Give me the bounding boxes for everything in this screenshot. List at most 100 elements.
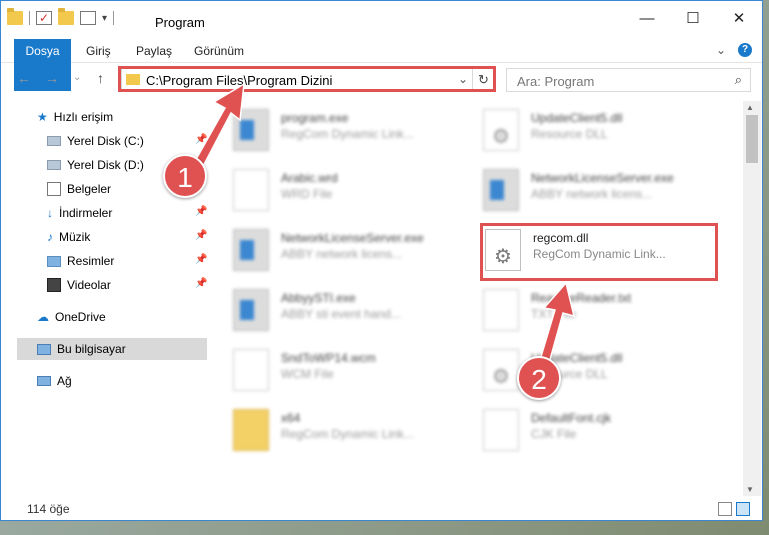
document-file-icon <box>233 169 269 211</box>
help-icon[interactable]: ? <box>738 43 752 57</box>
file-item[interactable]: NetworkLicenseServer.exe ABBY network li… <box>223 223 463 275</box>
document-file-icon <box>483 289 519 331</box>
file-description: Resource DLL <box>531 127 608 141</box>
sidebar-item-label: Müzik <box>59 230 91 244</box>
expand-ribbon-icon[interactable]: ⌄ <box>716 43 726 57</box>
window-controls: — ☐ ✕ <box>624 1 762 37</box>
file-item[interactable]: NetworkLicenseServer.exe ABBY network li… <box>473 163 713 215</box>
file-name: NetworkLicenseServer.exe <box>531 171 674 185</box>
title-bar: ✓ ▾ Program — ☐ ✕ <box>1 1 762 37</box>
file-name: SndToWP14.wcm <box>281 351 376 365</box>
sidebar-item-onedrive[interactable]: ☁ OneDrive <box>37 306 106 328</box>
file-name: x64 <box>281 411 301 425</box>
ribbon-right-controls: ⌄ ? <box>716 43 752 57</box>
document-file-icon <box>233 349 269 391</box>
window-title: Program <box>155 15 205 30</box>
toolbar-separator <box>113 11 115 25</box>
file-item[interactable]: UpdateClient5.dll Resource DLL <box>473 103 713 155</box>
exe-file-icon <box>233 229 269 271</box>
music-icon: ♪ <box>47 230 53 244</box>
file-item[interactable]: program.exe RegCom Dynamic Link... <box>223 103 463 155</box>
file-name: ReadmeReader.txt <box>531 291 632 305</box>
sidebar-item-label: Yerel Disk (C:) <box>67 134 144 148</box>
sidebar-item-pictures[interactable]: Resimler <box>47 250 114 272</box>
details-view-icon[interactable] <box>718 502 732 516</box>
sidebar-item-label: Belgeler <box>67 182 112 196</box>
folder-icon <box>7 8 23 25</box>
scrollbar-thumb[interactable] <box>746 115 758 163</box>
drive-icon <box>47 136 61 146</box>
properties-icon[interactable] <box>80 11 96 25</box>
sidebar-item-downloads[interactable]: ↓ İndirmeler <box>47 202 112 224</box>
address-highlight-box <box>118 66 496 92</box>
sidebar-item-label: İndirmeler <box>59 206 113 220</box>
sidebar-item-videos[interactable]: Videolar <box>47 274 111 296</box>
file-item[interactable]: x64 RegCom Dynamic Link... <box>223 403 463 455</box>
sidebar-item-label: Yerel Disk (D:) <box>67 158 144 172</box>
file-name: Arabic.wrd <box>281 171 338 185</box>
scroll-down-arrow-icon[interactable]: ▼ <box>746 485 754 494</box>
file-name: DefaultFont.cjk <box>531 411 612 425</box>
vertical-scrollbar[interactable]: ▲ ▼ <box>743 101 761 496</box>
file-description: ABBY network licens... <box>281 247 403 261</box>
search-placeholder[interactable]: Ara: Program <box>517 74 594 89</box>
drive-icon <box>47 160 61 170</box>
document-file-icon <box>483 409 519 451</box>
sidebar-item-local-disk-c[interactable]: Yerel Disk (C:) <box>47 130 144 152</box>
sidebar-item-label: Videolar <box>67 278 111 292</box>
file-list: program.exe RegCom Dynamic Link... Updat… <box>213 101 743 496</box>
minimize-button[interactable]: — <box>624 1 670 37</box>
status-bar: 114 öğe <box>1 498 762 520</box>
file-item[interactable]: Arabic.wrd WRD File <box>223 163 463 215</box>
pin-icon: 📌 <box>195 230 208 241</box>
sidebar-item-label: Resimler <box>67 254 115 268</box>
sidebar-item-label: OneDrive <box>55 310 106 324</box>
file-item[interactable]: DefaultFont.cjk CJK File <box>473 403 713 455</box>
up-button[interactable]: ↑ <box>97 70 104 86</box>
sidebar-item-local-disk-d[interactable]: Yerel Disk (D:) <box>47 154 144 176</box>
sidebar-item-this-pc[interactable]: Bu bilgisayar <box>17 338 207 360</box>
sidebar-item-label: Bu bilgisayar <box>57 342 126 356</box>
sidebar-item-network[interactable]: Ağ <box>37 370 72 392</box>
sidebar-item-label: Ağ <box>57 374 72 388</box>
pin-icon: 📌 <box>195 206 208 217</box>
toolbar-separator <box>29 11 30 25</box>
large-icons-view-icon[interactable] <box>736 502 750 516</box>
file-name: program.exe <box>281 111 349 125</box>
exe-file-icon <box>233 109 269 151</box>
file-item[interactable]: UpdateClient5.dll Resource DLL <box>473 343 713 395</box>
properties-check-icon[interactable]: ✓ <box>36 11 52 25</box>
tab-share[interactable]: Paylaş <box>136 39 172 63</box>
ribbon: Dosya Giriş Paylaş Görünüm ⌄ ? <box>1 39 762 91</box>
tab-view[interactable]: Görünüm <box>194 39 244 63</box>
sidebar-item-quick-access[interactable]: ★ Hızlı erişim <box>37 106 113 128</box>
tab-home[interactable]: Giriş <box>86 39 111 63</box>
recent-locations-button[interactable]: ⌄ <box>73 72 81 83</box>
new-folder-icon[interactable] <box>58 8 74 25</box>
search-box[interactable]: Ara: Program ⌕ <box>506 68 751 92</box>
callout-badge-1: 1 <box>163 154 207 198</box>
sidebar-item-documents[interactable]: Belgeler <box>47 178 111 200</box>
download-icon: ↓ <box>47 206 53 220</box>
scroll-up-arrow-icon[interactable]: ▲ <box>746 103 754 112</box>
close-button[interactable]: ✕ <box>716 1 762 37</box>
network-icon <box>37 376 51 386</box>
computer-icon <box>37 343 51 355</box>
file-item[interactable]: ReadmeReader.txt TXT File <box>473 283 713 335</box>
video-icon <box>47 278 61 292</box>
file-item[interactable]: SndToWP14.wcm WCM File <box>223 343 463 395</box>
sidebar-item-music[interactable]: ♪ Müzik <box>47 226 90 248</box>
customize-toolbar-icon[interactable]: ▾ <box>102 13 107 24</box>
file-description: ABBY network licens... <box>531 187 653 201</box>
file-description: WCM File <box>281 367 334 381</box>
search-icon[interactable]: ⌕ <box>735 72 742 88</box>
file-item[interactable]: AbbyySTI.exe ABBY sti event hand... <box>223 283 463 335</box>
file-highlight-box <box>480 223 718 281</box>
maximize-button[interactable]: ☐ <box>670 1 716 37</box>
pictures-icon <box>47 255 61 267</box>
file-description: CJK File <box>531 427 577 441</box>
back-button[interactable]: ← <box>17 70 31 86</box>
cloud-icon: ☁ <box>37 310 49 324</box>
forward-button[interactable]: → <box>45 70 59 86</box>
exe-file-icon <box>483 169 519 211</box>
